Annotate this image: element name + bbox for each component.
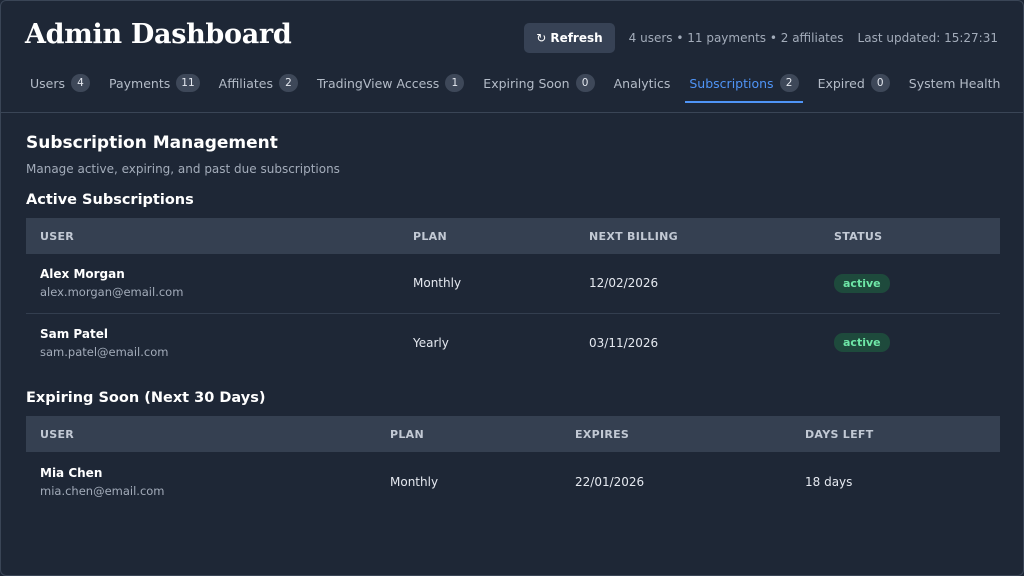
refresh-label: Refresh — [550, 31, 603, 45]
top-bar: Admin Dashboard ↻ Refresh 4 users • 11 p… — [1, 1, 1023, 113]
count-badge: 1 — [445, 74, 465, 92]
section-title: Subscription Management — [26, 133, 278, 153]
table-row[interactable]: Mia Chen mia.chen@email.com Monthly 22/0… — [26, 452, 1000, 511]
expiring-soon-table: USER PLAN EXPIRES DAYS LEFT Mia Chen mia… — [26, 416, 1000, 511]
user-name: Alex Morgan — [40, 267, 125, 282]
tab-expired[interactable]: Expired 0 — [814, 65, 894, 103]
last-updated: Last updated: 15:27:31 — [857, 31, 998, 45]
active-subscriptions-title: Active Subscriptions — [26, 192, 194, 208]
user-name: Sam Patel — [40, 326, 108, 341]
user-cell: Alex Morgan alex.morgan@email.com — [26, 254, 399, 313]
expiring-soon-title: Expiring Soon (Next 30 Days) — [26, 390, 266, 406]
count-badge: 2 — [779, 74, 799, 92]
refresh-icon: ↻ — [536, 31, 547, 45]
tab-subscriptions[interactable]: Subscriptions 2 — [685, 65, 803, 103]
status-badge: active — [834, 273, 890, 293]
main-content: Subscription Management Manage active, e… — [26, 133, 1000, 511]
column-header: DAYS LEFT — [805, 427, 874, 441]
tab-affiliates[interactable]: Affiliates 2 — [215, 65, 302, 103]
tab-bar: Users 4 Payments 11 Affiliates 2 Trading… — [26, 65, 1015, 103]
tab-label: Expiring Soon — [483, 75, 570, 91]
plan-cell: Yearly — [413, 335, 449, 350]
tab-label: Subscriptions — [689, 75, 774, 91]
count-badge: 0 — [575, 74, 595, 92]
status-cell: active — [820, 254, 1000, 313]
count-badge: 2 — [279, 74, 298, 92]
tab-payments[interactable]: Payments 11 — [105, 65, 204, 103]
admin-dashboard-window: Admin Dashboard ↻ Refresh 4 users • 11 p… — [0, 0, 1024, 576]
tab-tradingview-access[interactable]: TradingView Access 1 — [313, 65, 468, 103]
tab-label: Payments — [109, 75, 171, 91]
tab-label: Expired — [817, 75, 865, 91]
table-header-row: USER PLAN NEXT BILLING STATUS — [26, 218, 1000, 254]
tab-label: TradingView Access — [317, 75, 440, 91]
table-row[interactable]: Alex Morgan alex.morgan@email.com Monthl… — [26, 254, 1000, 313]
tab-label: Affiliates — [218, 75, 273, 91]
expires-cell: 22/01/2026 — [575, 474, 645, 489]
tab-expiring-soon[interactable]: Expiring Soon 0 — [479, 65, 598, 103]
status-cell: active — [820, 313, 1000, 372]
user-email: sam.patel@email.com — [40, 344, 169, 359]
column-header: NEXT BILLING — [589, 229, 678, 243]
count-badge: 11 — [176, 74, 200, 92]
section-description: Manage active, expiring, and past due su… — [26, 162, 340, 176]
plan-cell: Monthly — [413, 276, 462, 291]
user-email: alex.morgan@email.com — [40, 285, 184, 300]
user-name: Mia Chen — [40, 465, 103, 480]
active-subscriptions-table: USER PLAN NEXT BILLING STATUS Alex Morga… — [26, 218, 1000, 372]
days-left-cell: 18 days — [805, 474, 853, 489]
page-title: Admin Dashboard — [25, 19, 292, 50]
summary-counts: 4 users • 11 payments • 2 affiliates — [628, 31, 844, 45]
column-header: EXPIRES — [575, 427, 630, 441]
column-header: USER — [40, 427, 75, 441]
count-badge: 4 — [71, 74, 91, 92]
tab-label: System Health — [908, 75, 1001, 91]
tab-users[interactable]: Users 4 — [26, 65, 94, 103]
table-row[interactable]: Sam Patel sam.patel@email.com Yearly 03/… — [26, 313, 1000, 372]
tab-system-health[interactable]: System Health — [905, 65, 1005, 103]
tab-analytics[interactable]: Analytics — [610, 65, 675, 103]
refresh-button[interactable]: ↻ Refresh — [524, 23, 615, 53]
user-email: mia.chen@email.com — [40, 483, 165, 498]
column-header: USER — [40, 229, 75, 243]
count-badge: 0 — [870, 74, 890, 92]
header-actions: ↻ Refresh 4 users • 11 payments • 2 affi… — [524, 23, 998, 53]
column-header: PLAN — [413, 229, 447, 243]
next-billing-cell: 03/11/2026 — [589, 335, 659, 350]
plan-cell: Monthly — [390, 474, 439, 489]
column-header: STATUS — [834, 229, 883, 243]
user-cell: Sam Patel sam.patel@email.com — [26, 313, 399, 372]
user-cell: Mia Chen mia.chen@email.com — [26, 452, 376, 511]
next-billing-cell: 12/02/2026 — [589, 276, 659, 291]
table-header-row: USER PLAN EXPIRES DAYS LEFT — [26, 416, 1000, 452]
tab-label: Users — [30, 75, 66, 91]
column-header: PLAN — [390, 427, 424, 441]
tab-label: Analytics — [613, 75, 671, 91]
status-badge: active — [834, 333, 890, 353]
